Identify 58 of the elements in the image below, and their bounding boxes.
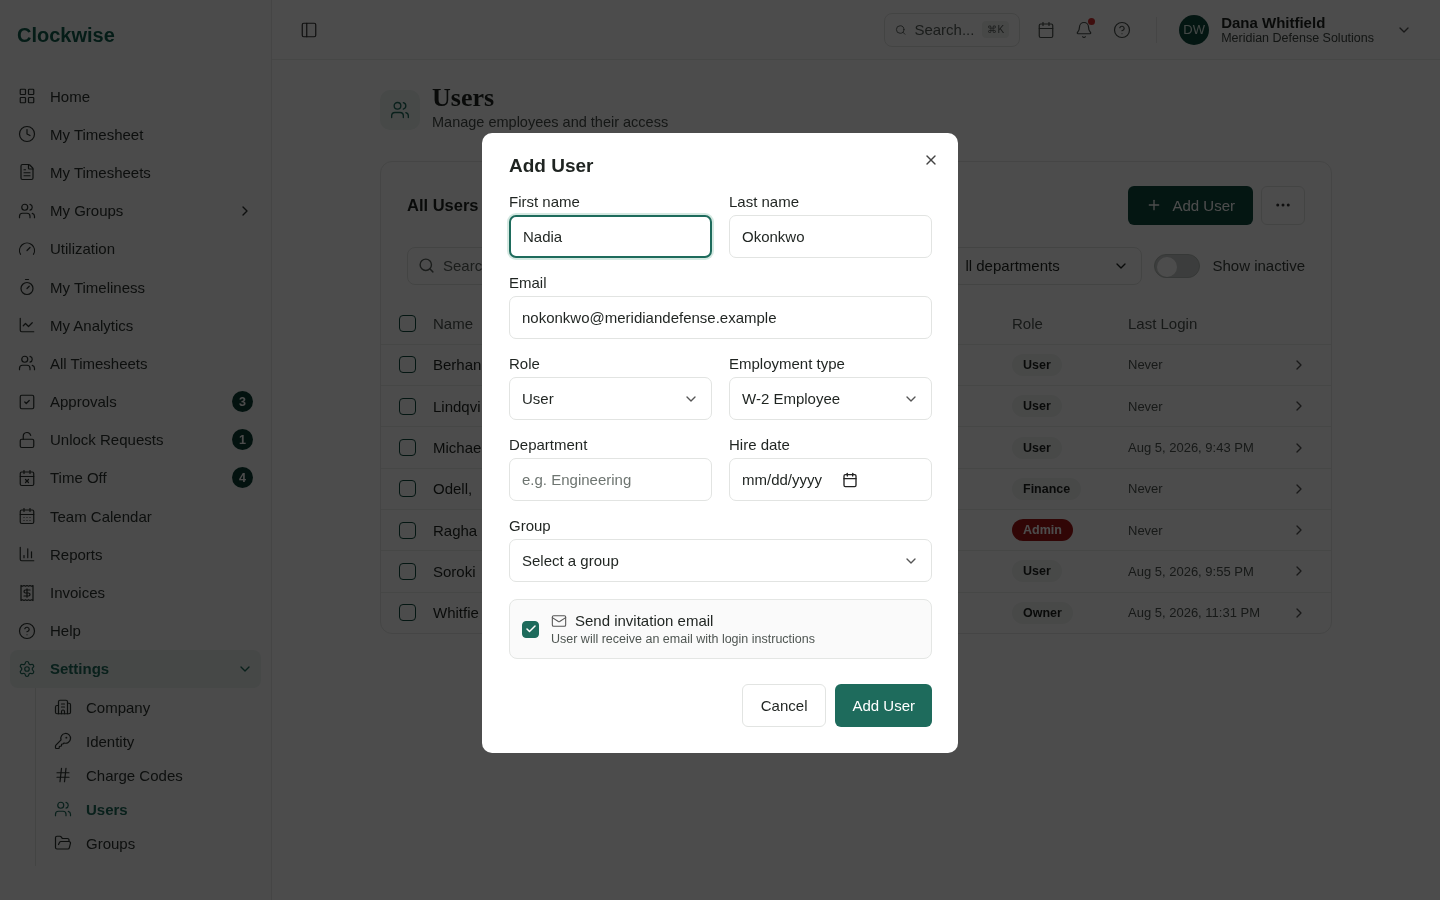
page-title: Users bbox=[432, 84, 496, 113]
sidebar-item[interactable]: Company bbox=[46, 690, 261, 724]
sidebar-item[interactable]: Reports bbox=[10, 535, 261, 574]
company-name: Meridian Defense Solutions bbox=[1221, 31, 1374, 45]
table-cell: Odell, bbox=[433, 480, 473, 498]
calendar-icon bbox=[842, 471, 858, 488]
sidebar-item[interactable]: My Timesheet bbox=[10, 115, 261, 154]
invite-title: Send invitation email bbox=[575, 612, 714, 629]
sidebar-item[interactable]: Help bbox=[10, 611, 261, 650]
field-label: Hire date bbox=[729, 436, 791, 453]
field-label: Department bbox=[509, 436, 589, 453]
role-select[interactable]: User bbox=[509, 377, 712, 420]
sidebar-item[interactable]: Charge Codes bbox=[46, 758, 261, 792]
field-label: Employment type bbox=[729, 355, 846, 372]
sidebar-item[interactable]: Approvals 3 bbox=[10, 382, 261, 421]
sidebar-item[interactable]: Home bbox=[10, 77, 261, 116]
field-label: Last name bbox=[729, 193, 801, 210]
table-cell: Ragha bbox=[433, 521, 478, 539]
invite-checkbox[interactable] bbox=[522, 620, 539, 638]
mail-icon bbox=[551, 612, 567, 629]
sidebar-item[interactable]: My Timesheets bbox=[10, 153, 261, 192]
first-name-field[interactable]: Nadia bbox=[509, 215, 712, 258]
table-cell: Berhan bbox=[433, 356, 482, 374]
sidebar-item[interactable]: All Timesheets bbox=[10, 344, 261, 383]
field-label: Email bbox=[509, 274, 548, 291]
table-cell: Whitfie bbox=[433, 604, 479, 622]
card-title: All Users bbox=[407, 195, 479, 215]
sidebar-item[interactable]: Team Calendar bbox=[10, 497, 261, 536]
field-label: First name bbox=[509, 193, 581, 210]
last-name-field[interactable]: Okonkwo bbox=[729, 215, 932, 258]
employment-type-select[interactable]: W-2 Employee bbox=[729, 377, 932, 420]
sidebar-item[interactable]: My Timeliness bbox=[10, 267, 261, 307]
table-cell: Soroki bbox=[433, 562, 476, 580]
add-user-button[interactable]: Add User bbox=[835, 684, 932, 727]
sidebar-item[interactable]: Utilization bbox=[10, 229, 261, 268]
email-field[interactable]: nokonkwo@meridiandefense.example bbox=[509, 296, 932, 339]
sidebar-item[interactable]: Unlock Requests 1 bbox=[10, 420, 261, 459]
dialog-title: Add User bbox=[509, 155, 595, 177]
sidebar-item[interactable]: Time Off 4 bbox=[10, 458, 261, 498]
group-select[interactable]: Select a group bbox=[509, 539, 932, 582]
sidebar-item[interactable]: Identity bbox=[46, 724, 261, 758]
toggle-label: Show inactive bbox=[1212, 257, 1305, 275]
sidebar-item[interactable]: My Groups bbox=[10, 191, 261, 230]
sidebar-item[interactable]: Invoices bbox=[10, 573, 261, 612]
table-cell: Michae bbox=[433, 439, 482, 457]
invite-description: User will receive an email with login instructions bbox=[551, 632, 815, 646]
cancel-button[interactable]: Cancel bbox=[741, 684, 827, 727]
sidebar-item[interactable]: Groups bbox=[46, 826, 261, 860]
app-logo[interactable]: Clockwise bbox=[17, 23, 115, 47]
table-cell: Lindqvi bbox=[433, 397, 481, 415]
field-label: Group bbox=[509, 517, 552, 534]
user-name: Dana Whitfield bbox=[1221, 14, 1327, 31]
sidebar-item[interactable]: My Analytics bbox=[10, 306, 261, 345]
hire-date-field[interactable]: mm/dd/yyyy bbox=[729, 458, 932, 501]
sidebar-item[interactable]: Users bbox=[46, 792, 261, 826]
field-label: Role bbox=[509, 355, 541, 372]
check-icon bbox=[524, 623, 537, 635]
department-field[interactable]: e.g. Engineering bbox=[509, 458, 712, 501]
